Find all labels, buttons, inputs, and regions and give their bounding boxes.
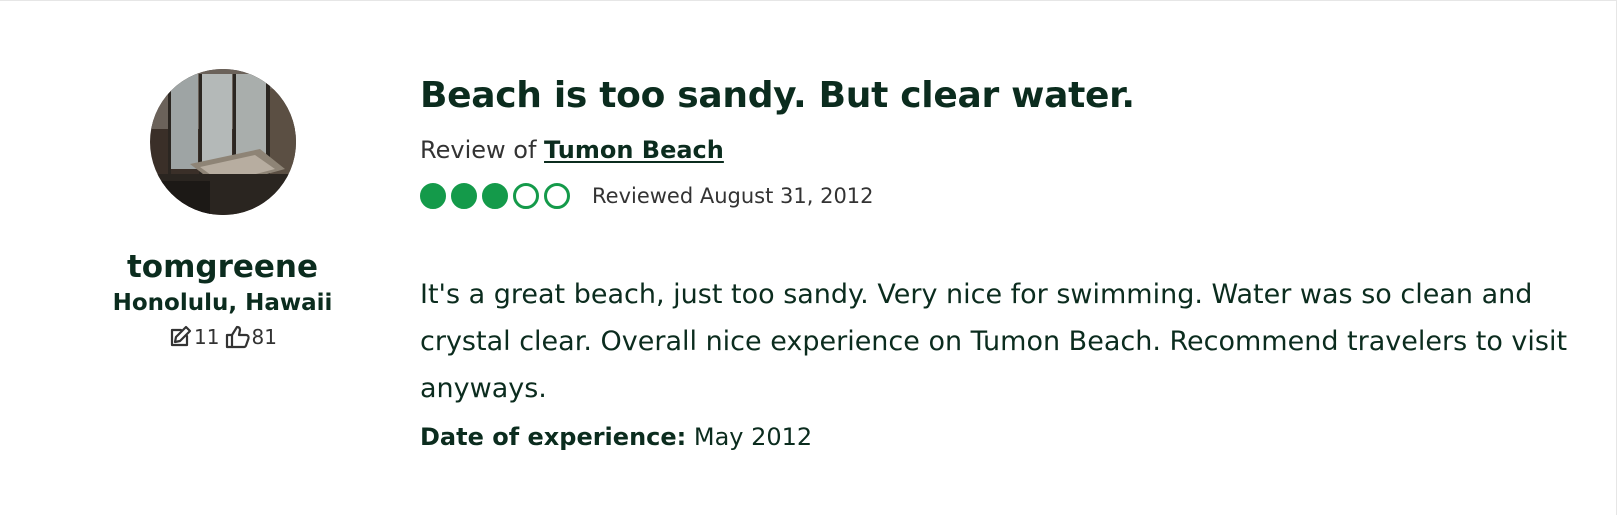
reviewed-date: Reviewed August 31, 2012	[592, 184, 874, 208]
review-card: tomgreene Honolulu, Hawaii 11 81 Beach i…	[0, 0, 1617, 515]
review-of-prefix: Review of	[420, 136, 545, 164]
rating-bubble-empty	[544, 183, 570, 209]
reviewer-profile: tomgreene Honolulu, Hawaii 11 81	[90, 69, 355, 353]
review-body: It's a great beach, just too sandy. Very…	[420, 279, 1568, 404]
avatar[interactable]	[149, 69, 296, 215]
review-title[interactable]: Beach is too sandy. But clear water.	[420, 73, 1570, 119]
rating-bubble-filled	[420, 183, 446, 209]
reviewer-location: Honolulu, Hawaii	[112, 290, 333, 316]
rating-bubble-empty	[513, 183, 539, 209]
reviewer-username[interactable]: tomgreene	[90, 249, 355, 285]
contributions-count: 11	[194, 325, 220, 349]
rating-bubble-filled	[451, 183, 477, 209]
reviewer-stats: 11 81	[90, 321, 355, 353]
experience-value: May 2012	[686, 423, 813, 451]
date-of-experience: Date of experience: May 2012	[420, 420, 1570, 454]
review-content: Beach is too sandy. But clear water. Rev…	[420, 73, 1570, 454]
contributions-stat: 11	[168, 321, 220, 353]
rating-bubble-filled	[482, 183, 508, 209]
rating-row: Reviewed August 31, 2012	[420, 179, 1570, 213]
pencil-edit-icon	[168, 324, 194, 350]
avatar-photo	[149, 69, 296, 215]
rating-bubbles	[420, 183, 575, 209]
helpful-votes-count: 81	[251, 325, 277, 349]
helpful-votes-stat: 81	[224, 321, 277, 353]
experience-label: Date of experience:	[420, 423, 687, 451]
thumbs-up-icon	[224, 324, 252, 350]
review-of-line: Review of Tumon Beach	[420, 135, 1570, 165]
attraction-link[interactable]: Tumon Beach	[544, 136, 724, 164]
